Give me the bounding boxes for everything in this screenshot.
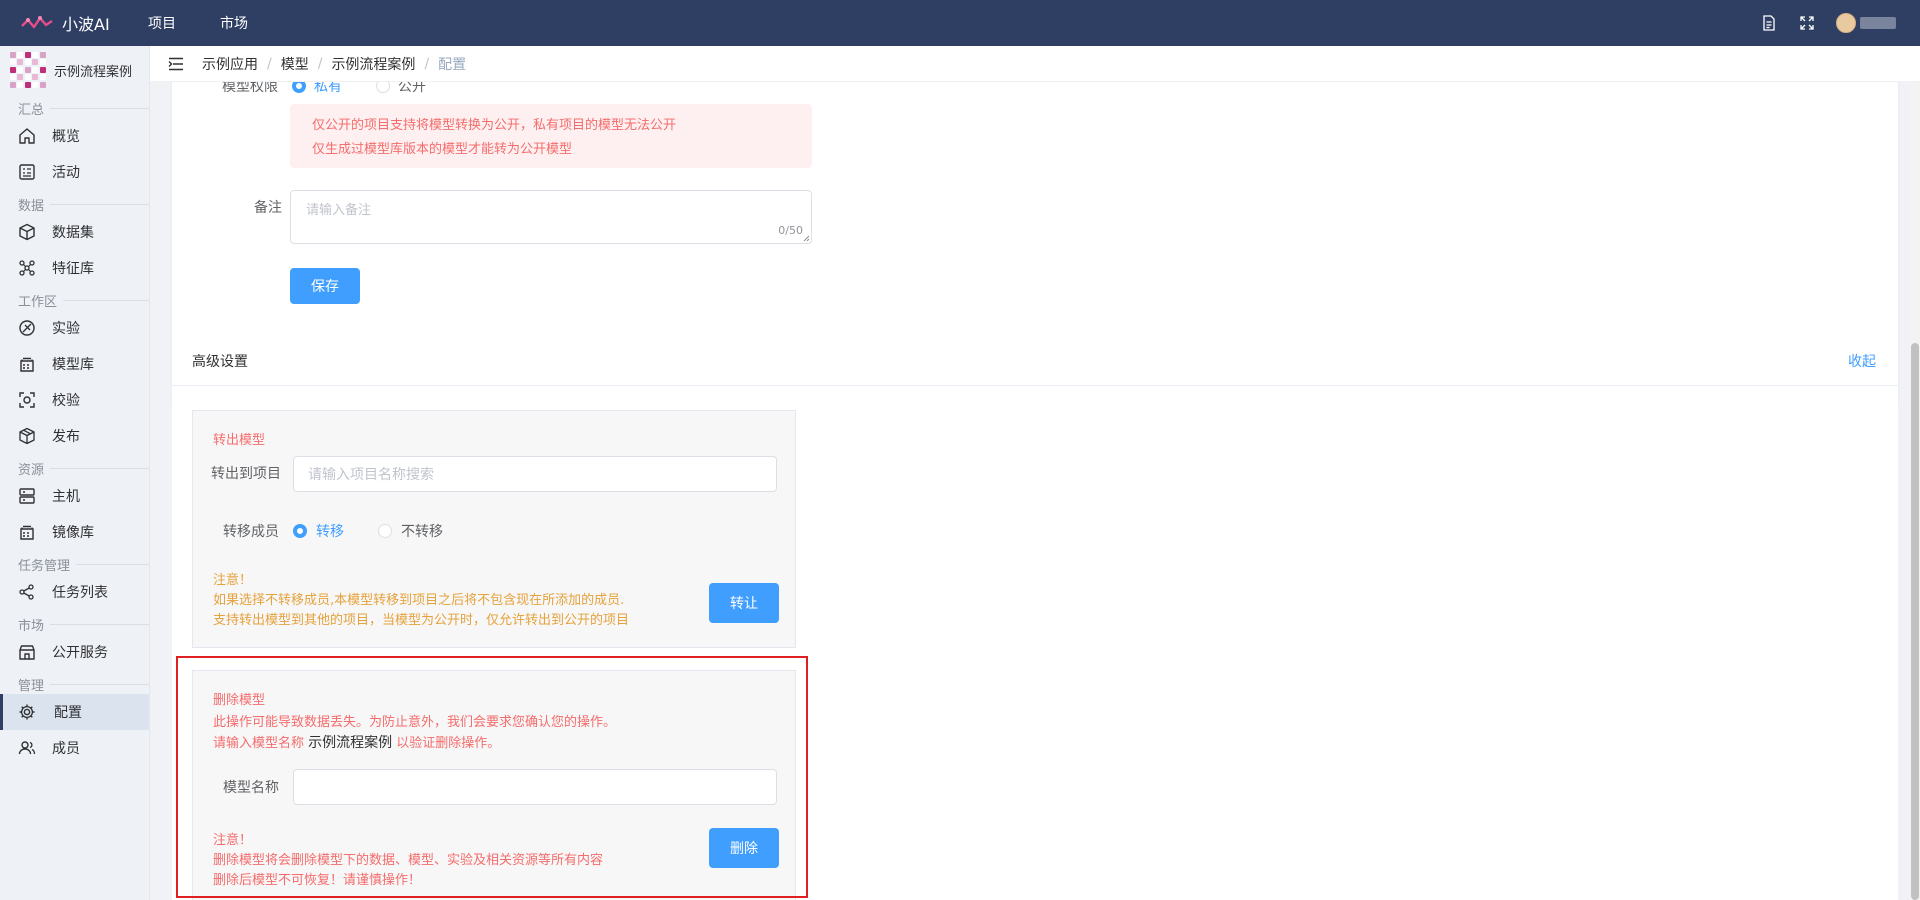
- radio-transfer[interactable]: [293, 524, 307, 538]
- nav-market[interactable]: 市场: [220, 13, 248, 33]
- breadcrumb-bar: 示例应用 / 模型 / 示例流程案例 / 配置: [150, 46, 1920, 82]
- app-logo[interactable]: 小波AI: [20, 11, 148, 35]
- radio-no-transfer-label[interactable]: 不转移: [401, 521, 443, 541]
- remark-count: 0/50: [778, 224, 803, 237]
- cube-icon: [19, 223, 35, 241]
- avatar: [1836, 13, 1856, 33]
- top-nav: 项目 市场: [148, 13, 292, 33]
- advanced-settings-card: 高级设置 收起 转出模型 转出到项目 请输入项目名称搜索 转移成员 转移 不转移…: [172, 336, 1898, 900]
- nodes-icon: [19, 260, 35, 276]
- delete-button[interactable]: 删除: [709, 828, 779, 868]
- sidebar-item-model-library[interactable]: 模型库: [0, 346, 149, 382]
- radio-no-transfer[interactable]: [378, 524, 392, 538]
- wave-logo-icon: [21, 16, 53, 29]
- sidebar-item-publish[interactable]: 发布: [0, 418, 149, 454]
- delete-warning: 注意！ 删除模型将会删除模型下的数据、模型、实验及相关资源等所有内容 删除后模型…: [213, 833, 604, 888]
- transfer-members-label: 转移成员: [223, 524, 279, 540]
- scan-icon: [19, 392, 35, 408]
- transfer-project-input[interactable]: 请输入项目名称搜索: [293, 456, 777, 492]
- sidebar-item-public-services[interactable]: 公开服务: [0, 634, 149, 670]
- delete-title: 删除模型: [213, 693, 266, 708]
- stack-icon: [20, 525, 34, 540]
- save-button[interactable]: 保存: [290, 268, 360, 304]
- transfer-title: 转出模型: [213, 433, 266, 448]
- section-data: 数据: [0, 194, 149, 214]
- breadcrumb-app[interactable]: 示例应用: [202, 54, 258, 74]
- section-market: 市场: [0, 614, 149, 634]
- flask-icon: [19, 320, 35, 336]
- section-management: 管理: [0, 674, 149, 694]
- users-icon: [18, 741, 36, 755]
- document-icon[interactable]: [1750, 0, 1788, 46]
- sidebar-item-experiments[interactable]: 实验: [0, 310, 149, 346]
- delete-model-section: 删除模型 此操作可能导致数据丢失。为防止意外，我们会要求您确认您的操作。 请输入…: [192, 670, 796, 900]
- sidebar-item-validation[interactable]: 校验: [0, 382, 149, 418]
- sidebar-item-task-list[interactable]: 任务列表: [0, 574, 149, 610]
- activity-icon: [19, 164, 35, 180]
- sidebar-item-overview[interactable]: 概览: [0, 118, 149, 154]
- project-logo: [10, 52, 46, 88]
- collapse-link[interactable]: 收起: [1848, 351, 1876, 371]
- delete-name-label: 模型名称: [223, 780, 279, 796]
- radio-private[interactable]: [292, 82, 306, 93]
- share-icon: [19, 584, 34, 600]
- sidebar-item-datasets[interactable]: 数据集: [0, 214, 149, 250]
- scrollbar-thumb[interactable]: [1911, 343, 1919, 900]
- radio-transfer-label[interactable]: 转移: [316, 521, 344, 541]
- radio-private-label[interactable]: 私有: [314, 82, 342, 96]
- gear-icon: [19, 704, 35, 720]
- main-content: 模型权限 私有 公开 仅公开的项目支持将模型转换为公开，私有项目的模型无法公开 …: [150, 82, 1920, 900]
- user-name-redacted: [1860, 17, 1896, 29]
- top-right-actions: [1750, 0, 1896, 46]
- transfer-button[interactable]: 转让: [709, 583, 779, 623]
- project-name: 示例流程案例: [54, 64, 133, 80]
- visibility-row: 模型权限 私有 公开: [222, 82, 426, 96]
- store-icon: [19, 645, 35, 660]
- remark-label: 备注: [254, 200, 282, 216]
- fullscreen-icon[interactable]: [1788, 0, 1826, 46]
- breadcrumb-current: 配置: [438, 56, 467, 73]
- box-icon: [19, 427, 35, 445]
- visibility-label: 模型权限: [222, 82, 278, 95]
- advanced-title: 高级设置: [192, 353, 248, 370]
- delete-description: 此操作可能导致数据丢失。为防止意外，我们会要求您确认您的操作。 请输入模型名称 …: [213, 715, 617, 751]
- home-icon: [19, 128, 35, 144]
- section-task-management: 任务管理: [0, 554, 149, 574]
- advanced-header: 高级设置 收起: [172, 336, 1898, 386]
- breadcrumb: 示例应用 / 模型 / 示例流程案例 / 配置: [202, 54, 467, 74]
- sidebar-item-features[interactable]: 特征库: [0, 250, 149, 286]
- section-resources: 资源: [0, 458, 149, 478]
- top-bar: 小波AI 项目 市场: [0, 0, 1920, 46]
- radio-public[interactable]: [376, 82, 390, 93]
- breadcrumb-model[interactable]: 示例流程案例: [331, 54, 415, 74]
- section-summary: 汇总: [0, 98, 149, 118]
- remark-textarea[interactable]: 请输入备注 0/50: [290, 190, 812, 244]
- radio-public-label[interactable]: 公开: [398, 82, 426, 96]
- sidebar: 示例流程案例 汇总 概览 活动 数据 数据集 特征库 工作区 实验 模型库 校验…: [0, 46, 150, 900]
- user-menu[interactable]: [1836, 13, 1896, 33]
- transfer-model-section: 转出模型 转出到项目 请输入项目名称搜索 转移成员 转移 不转移 注意！ 如果选…: [192, 410, 796, 648]
- delete-name-input[interactable]: [293, 769, 777, 805]
- nav-projects[interactable]: 项目: [148, 13, 176, 33]
- sidebar-item-activity[interactable]: 活动: [0, 154, 149, 190]
- sidebar-toggle-icon[interactable]: [156, 57, 196, 71]
- server-icon: [19, 488, 35, 504]
- transfer-members-row: 转移成员 转移 不转移: [223, 521, 443, 541]
- project-header[interactable]: 示例流程案例: [0, 46, 149, 94]
- breadcrumb-models[interactable]: 模型: [281, 54, 309, 74]
- stack-icon: [20, 357, 34, 372]
- transfer-warning: 注意！ 如果选择不转移成员,本模型转移到项目之后将不包含现在所添加的成员. 支持…: [213, 573, 630, 628]
- sidebar-item-members[interactable]: 成员: [0, 730, 149, 766]
- resize-handle-icon[interactable]: [803, 235, 810, 242]
- delete-model-name-hint: 示例流程案例: [308, 735, 393, 751]
- visibility-notice: 仅公开的项目支持将模型转换为公开，私有项目的模型无法公开 仅生成过模型库版本的模…: [290, 104, 812, 168]
- section-workspace: 工作区: [0, 290, 149, 310]
- sidebar-item-hosts[interactable]: 主机: [0, 478, 149, 514]
- transfer-project-label: 转出到项目: [211, 466, 281, 482]
- remark-placeholder: 请输入备注: [306, 203, 372, 218]
- sidebar-item-images[interactable]: 镜像库: [0, 514, 149, 550]
- sidebar-item-config[interactable]: 配置: [0, 694, 149, 730]
- app-brand: 小波AI: [62, 15, 110, 34]
